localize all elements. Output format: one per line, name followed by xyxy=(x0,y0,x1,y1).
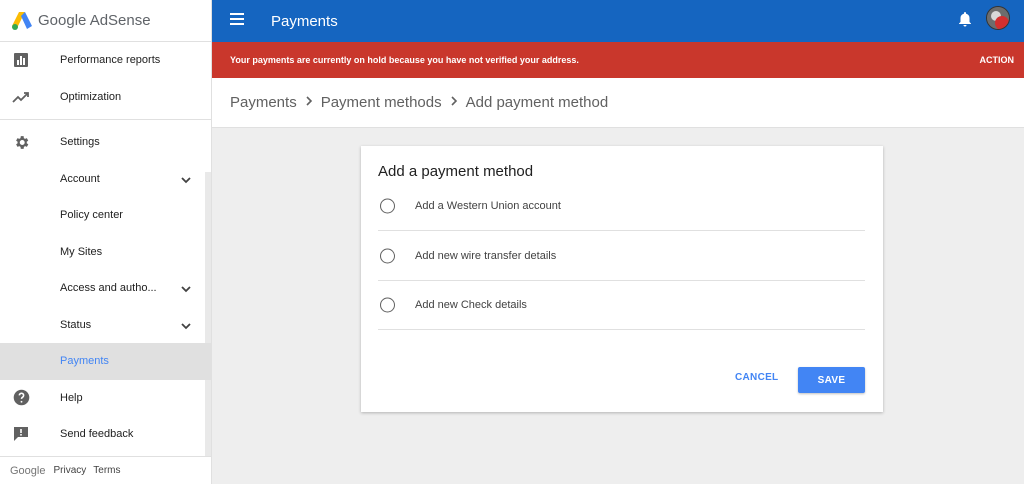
card-title: Add a payment method xyxy=(378,163,534,180)
sidebar-item-settings[interactable]: Settings xyxy=(0,124,211,161)
logo-text[interactable]: Google AdSense xyxy=(38,12,151,29)
option-western-union[interactable]: Add a Western Union account xyxy=(378,181,865,231)
sidebar-header: Google AdSense xyxy=(0,0,211,42)
option-check[interactable]: Add new Check details xyxy=(378,280,865,330)
chevron-down-icon xyxy=(180,319,192,331)
breadcrumb: Payments Payment methods Add payment met… xyxy=(212,78,1024,128)
sidebar-item-help[interactable]: Help xyxy=(0,380,211,417)
alert-banner: Your payments are currently on hold beca… xyxy=(212,42,1024,78)
sidebar-nav: Performance reports Optimization Setting… xyxy=(0,42,211,456)
breadcrumb-payments[interactable]: Payments xyxy=(230,94,297,111)
sidebar-item-policy-center[interactable]: Policy center xyxy=(0,197,211,234)
feedback-icon xyxy=(12,425,30,443)
adsense-logo-icon xyxy=(12,11,32,30)
notifications-bell-icon[interactable] xyxy=(958,11,972,27)
google-footer-logo: Google xyxy=(10,464,46,477)
sidebar-item-my-sites[interactable]: My Sites xyxy=(0,234,211,271)
option-label: Add a Western Union account xyxy=(415,199,561,212)
sidebar-divider xyxy=(0,119,211,120)
alert-message: Your payments are currently on hold beca… xyxy=(230,55,579,65)
menu-icon[interactable] xyxy=(230,13,244,25)
sidebar-item-label: Access and autho... xyxy=(60,282,157,295)
help-circle-icon xyxy=(12,389,30,407)
sidebar-item-label: Performance reports xyxy=(60,54,161,67)
sidebar-item-send-feedback[interactable]: Send feedback xyxy=(0,416,211,453)
save-button[interactable]: SAVE xyxy=(798,367,865,393)
radio-button[interactable] xyxy=(380,297,395,313)
sidebar-item-label: Help xyxy=(60,391,83,404)
breadcrumb-payment-methods[interactable]: Payment methods xyxy=(321,94,442,111)
avatar[interactable] xyxy=(986,6,1010,30)
page-title: Payments xyxy=(271,12,338,30)
option-wire-transfer[interactable]: Add new wire transfer details xyxy=(378,231,865,281)
bar-chart-icon xyxy=(12,51,30,69)
chevron-down-icon xyxy=(180,282,192,294)
gear-icon xyxy=(12,133,30,151)
sidebar-item-payments[interactable]: Payments xyxy=(0,343,211,380)
radio-button[interactable] xyxy=(380,248,395,264)
privacy-link[interactable]: Privacy xyxy=(53,465,86,476)
chevron-right-icon xyxy=(297,94,321,111)
sidebar-item-label: Settings xyxy=(60,136,100,149)
option-label: Add new Check details xyxy=(415,298,527,311)
sidebar-item-label: Account xyxy=(60,172,100,185)
sidebar-item-label: Payments xyxy=(60,355,109,368)
sidebar: Google AdSense Performance reports Optim… xyxy=(0,0,212,484)
cancel-button[interactable]: CANCEL xyxy=(735,372,778,383)
sidebar-item-label: Send feedback xyxy=(60,428,134,441)
chevron-right-icon xyxy=(442,94,466,111)
option-label: Add new wire transfer details xyxy=(415,249,557,262)
sidebar-item-label: Optimization xyxy=(60,90,122,103)
sidebar-item-access-and-authorization[interactable]: Access and autho... xyxy=(0,270,211,307)
add-payment-method-card: Add a payment method Add a Western Union… xyxy=(361,146,883,412)
breadcrumb-add-payment-method: Add payment method xyxy=(465,94,609,111)
sidebar-item-performance-reports[interactable]: Performance reports xyxy=(0,42,211,79)
sidebar-item-label: Status xyxy=(60,318,92,331)
sidebar-item-label: My Sites xyxy=(60,245,103,258)
sidebar-footer: Google Privacy Terms xyxy=(0,456,211,484)
alert-action-button[interactable]: ACTION xyxy=(980,55,1015,65)
sidebar-item-optimization[interactable]: Optimization xyxy=(0,79,211,116)
sidebar-item-status[interactable]: Status xyxy=(0,307,211,344)
top-app-bar: Payments xyxy=(212,0,1024,42)
sidebar-item-label: Policy center xyxy=(60,209,123,222)
terms-link[interactable]: Terms xyxy=(93,465,120,476)
sidebar-item-account[interactable]: Account xyxy=(0,161,211,198)
radio-button[interactable] xyxy=(380,198,395,214)
trending-up-icon xyxy=(12,88,30,106)
chevron-down-icon xyxy=(180,173,192,185)
